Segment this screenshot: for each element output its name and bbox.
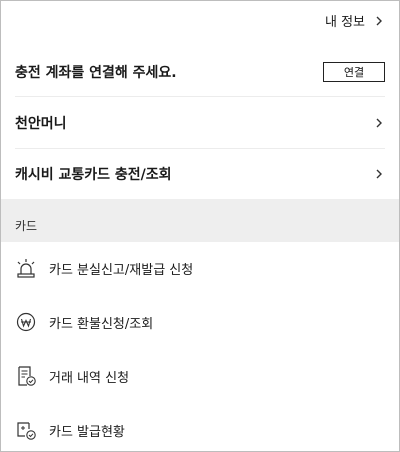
cashbee-row[interactable]: 캐시비 교통카드 충전/조회 [15,149,385,199]
account-connect-row: 충전 계좌를 연결해 주세요. 연결 [15,47,385,97]
cashbee-label: 캐시비 교통카드 충전/조회 [15,167,172,183]
app-screen: 내 정보 충전 계좌를 연결해 주세요. 연결 천안머니 캐시비 교통카드 충전… [0,0,400,452]
connect-button[interactable]: 연결 [323,61,385,82]
won-coin-icon [16,312,36,332]
card-section-title: 카드 [15,219,38,233]
card-refund-label: 카드 환불신청/조회 [49,316,154,332]
transaction-history-item[interactable]: 거래 내역 신청 [15,349,385,403]
my-info-link[interactable]: 내 정보 [325,11,385,30]
card-refund-item[interactable]: 카드 환불신청/조회 [15,295,385,349]
receipt-check-icon [18,366,36,386]
card-check-icon [17,422,36,440]
my-info-label: 내 정보 [324,15,365,30]
card-section-header: 카드 [1,199,399,242]
account-connect-message: 충전 계좌를 연결해 주세요. [15,64,177,81]
chevron-right-icon [376,118,382,127]
card-lost-report-label: 카드 분실신고/재발급 신청 [49,262,194,278]
transaction-history-label: 거래 내역 신청 [49,370,130,386]
cheonan-money-row[interactable]: 천안머니 [15,97,385,149]
chevron-right-icon [376,16,382,25]
card-issue-status-label: 카드 발급현황 [49,424,125,440]
card-lost-report-item[interactable]: 카드 분실신고/재발급 신청 [15,241,385,295]
card-issue-status-item[interactable]: 카드 발급현황 [15,403,385,451]
siren-icon [17,259,35,278]
cheonan-money-label: 천안머니 [15,115,67,132]
chevron-right-icon [376,169,382,179]
